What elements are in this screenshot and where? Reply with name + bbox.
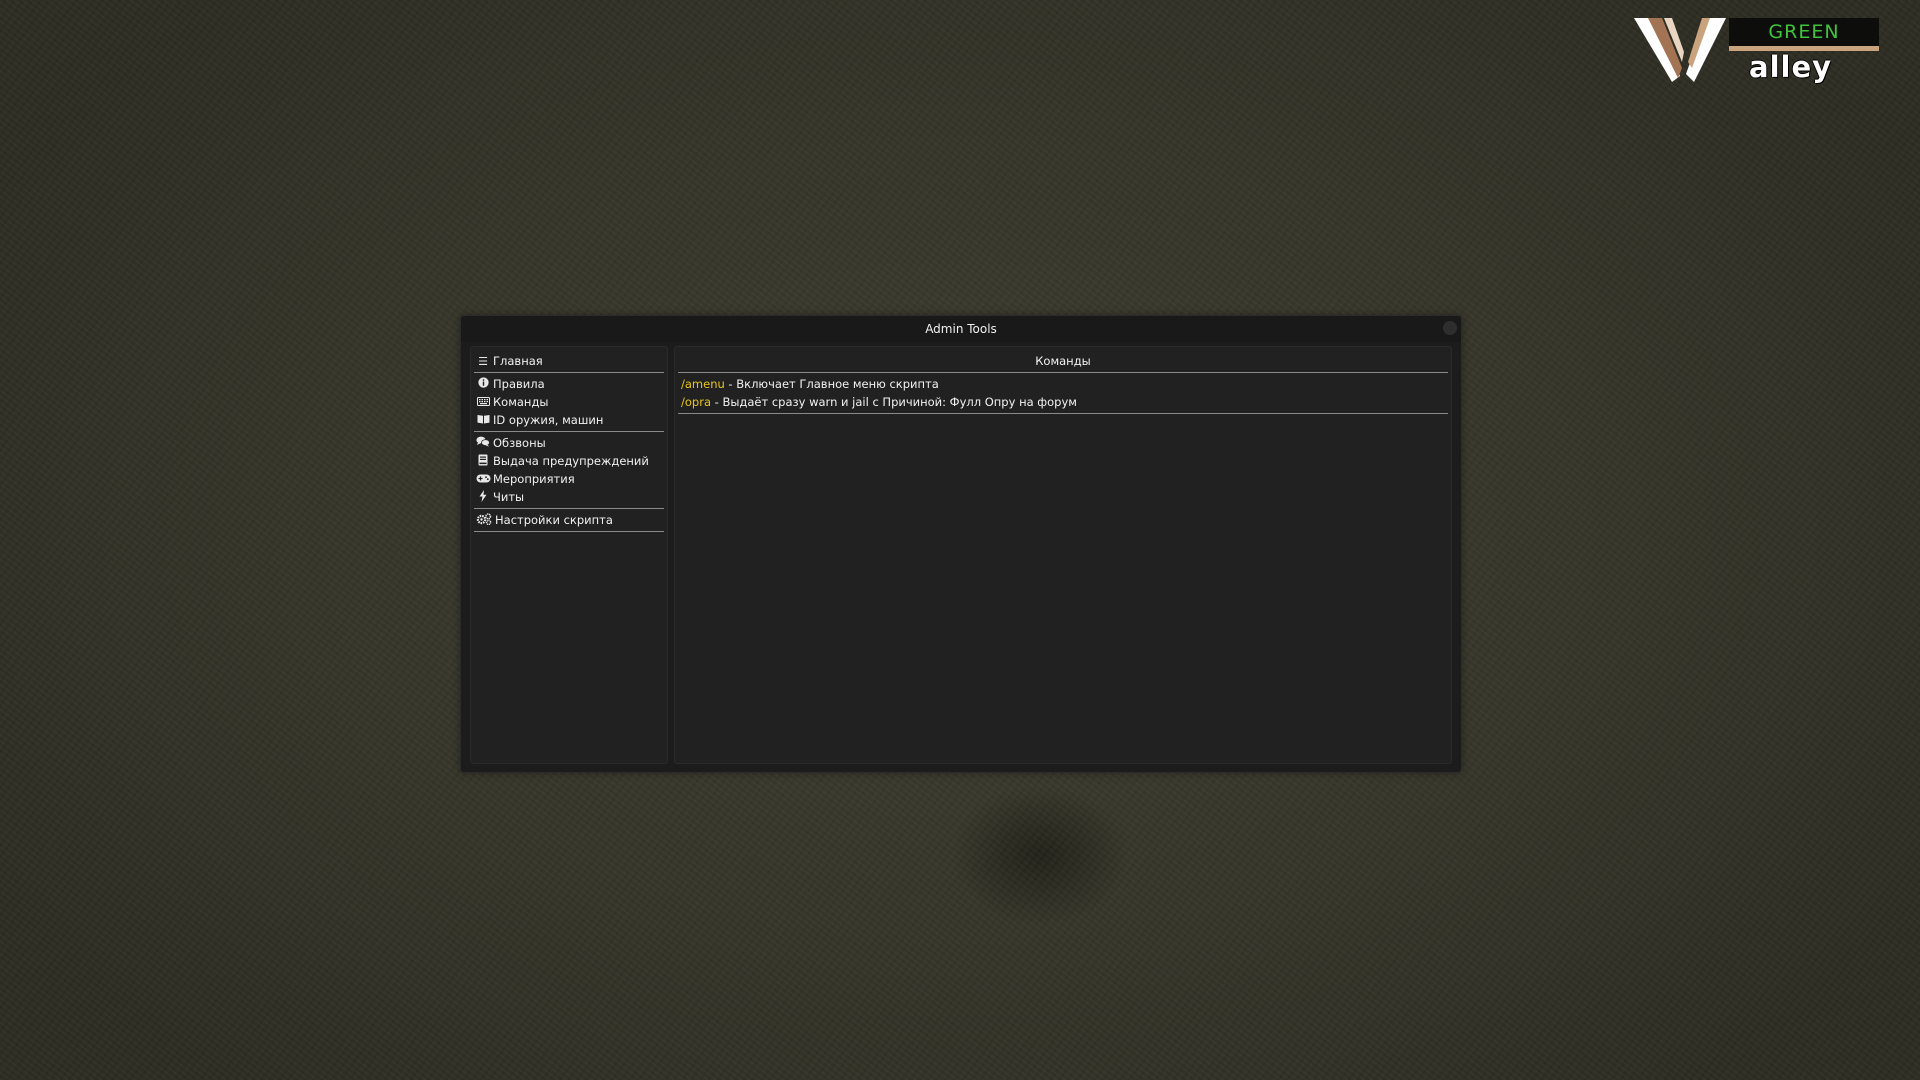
bolt-icon [476,489,490,505]
sidebar-item-label: Правила [493,377,545,391]
sidebar-item-commands[interactable]: Команды [474,393,664,411]
content-divider [678,413,1448,414]
content-divider [678,372,1448,373]
sidebar-divider [474,431,664,432]
logo-alley-label: alley [1749,50,1833,84]
content-header: Команды [1035,354,1091,368]
logo-green-label: GREEN [1729,18,1879,51]
command-description: - Включает Главное меню скрипта [724,377,939,391]
info-icon [476,377,490,391]
sidebar-item-cheats[interactable]: Читы [474,488,664,506]
sidebar-divider [474,508,664,509]
logo-v-mark [1634,18,1726,82]
content-panel: Команды /amenu - Включает Главное меню с… [674,346,1452,764]
sidebar-item-label: ID оружия, машин [493,413,604,427]
sidebar-item-rules[interactable]: Правила [474,375,664,393]
command-row: /amenu - Включает Главное меню скрипта [678,375,1448,393]
sidebar-item-label: Настройки скрипта [495,513,613,527]
book-notebook-icon [476,454,490,469]
command-name: /amenu [681,377,725,391]
sidebar-item-label: Мероприятия [493,472,575,486]
close-button[interactable] [1443,321,1457,335]
gears-icon [476,512,492,528]
sidebar-item-calls[interactable]: Обзвоны [474,434,664,452]
command-description: - Выдаёт сразу warn и jail с Причиной: Ф… [711,395,1077,409]
menu-icon: ☰ [478,354,488,368]
sidebar: ☰ Главная Правила Команды ID оружия, маш… [470,346,668,764]
sidebar-divider [474,372,664,373]
sidebar-item-weapon-vehicle-ids[interactable]: ID оружия, машин [474,411,664,429]
command-row: /opra - Выдаёт сразу warn и jail с Причи… [678,393,1448,411]
sidebar-item-label: Команды [493,395,549,409]
comments-icon [476,436,490,450]
sidebar-item-events[interactable]: Мероприятия [474,470,664,488]
command-name: /opra [681,395,711,409]
sidebar-item-script-settings[interactable]: Настройки скрипта [474,511,664,529]
keyboard-icon [476,396,490,409]
book-icon [476,414,490,427]
sidebar-item-label: Выдача предупреждений [493,454,649,468]
sidebar-item-home[interactable]: ☰ Главная [474,352,664,370]
window-title: Admin Tools [925,322,997,336]
sidebar-item-label: Обзвоны [493,436,546,450]
sidebar-item-warnings[interactable]: Выдача предупреждений [474,452,664,470]
window-titlebar[interactable]: Admin Tools [461,316,1461,342]
sidebar-item-label: Главная [493,354,543,368]
green-valley-logo: GREEN alley [1634,16,1880,84]
sidebar-divider [474,531,664,532]
sidebar-item-label: Читы [493,490,525,504]
gamepad-icon [476,473,491,486]
admin-tools-window: Admin Tools ☰ Главная Правила Команды ID… [460,315,1462,773]
